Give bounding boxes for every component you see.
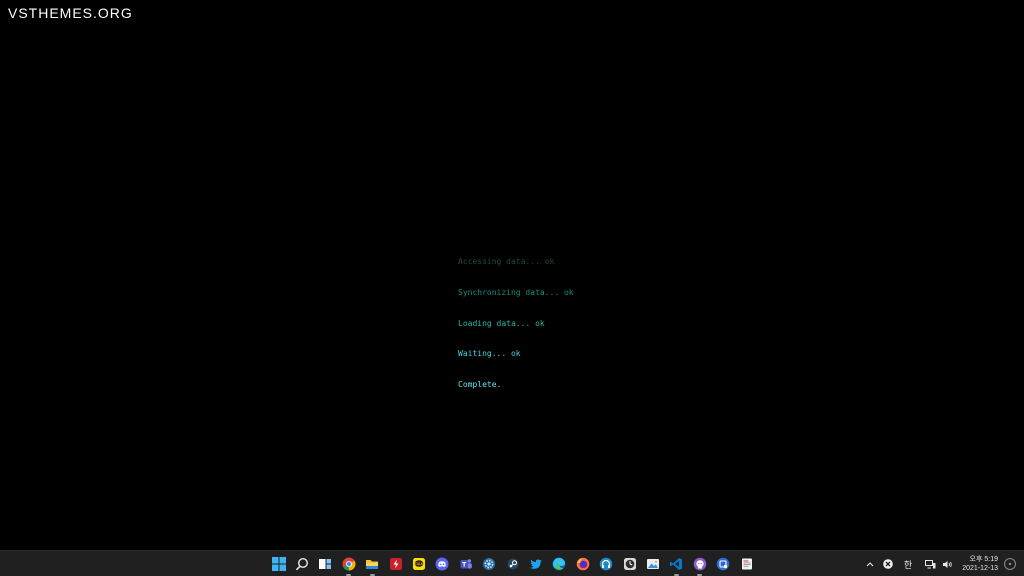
taskbar-app-icons: TALK T xyxy=(267,553,758,576)
terminal-line: Complete. xyxy=(458,379,502,389)
taskbar-clock[interactable]: 오후 5:19 2021-12-13 xyxy=(962,555,998,573)
volume-icon[interactable] xyxy=(942,551,953,576)
settings-gear-app-icon[interactable] xyxy=(478,553,501,575)
clock-app-icon[interactable] xyxy=(618,553,641,575)
tray-app-x-icon[interactable] xyxy=(883,551,893,576)
teams-icon[interactable]: T xyxy=(454,553,477,575)
clock-time: 오후 5:19 xyxy=(969,556,998,563)
steam-icon[interactable] xyxy=(501,553,524,575)
terminal-line: Accessing data... ok xyxy=(458,257,555,267)
document-app-icon[interactable] xyxy=(735,553,758,575)
github-icon[interactable] xyxy=(688,553,711,576)
taskbar: TALK T 한 오후 5:19 2021-12-13 xyxy=(0,550,1024,576)
cube-app-icon[interactable] xyxy=(711,553,734,575)
notification-center-icon[interactable] xyxy=(1004,558,1016,570)
terminal-line: Waiting... ok xyxy=(458,349,521,359)
system-tray: 한 오후 5:19 2021-12-13 xyxy=(863,551,1024,576)
svg-text:TALK: TALK xyxy=(414,562,424,566)
discord-icon[interactable] xyxy=(431,553,454,575)
show-hidden-icons-chevron[interactable] xyxy=(866,551,874,576)
boot-terminal-output: Accessing data... ok Synchronizing data.… xyxy=(458,237,574,410)
twitter-icon[interactable] xyxy=(524,553,547,575)
ime-indicator[interactable]: 한 xyxy=(904,551,912,576)
headphones-app-icon[interactable] xyxy=(594,553,617,575)
chevron-up-icon xyxy=(866,562,874,567)
vscode-icon[interactable] xyxy=(665,553,688,576)
search-icon[interactable] xyxy=(290,553,313,575)
clock-date: 2021-12-13 xyxy=(962,565,998,572)
kakaotalk-icon[interactable]: TALK xyxy=(407,553,430,575)
network-icon[interactable] xyxy=(925,551,936,576)
task-view-icon[interactable] xyxy=(314,553,337,575)
watermark-logo: VSTHEMES.ORG xyxy=(8,5,133,21)
chrome-icon[interactable] xyxy=(337,553,360,576)
terminal-line: Loading data... ok xyxy=(458,318,545,328)
terminal-line: Synchronizing data... ok xyxy=(458,288,574,298)
photo-viewer-icon[interactable] xyxy=(641,553,664,575)
edge-icon[interactable] xyxy=(548,553,571,575)
desktop: VSTHEMES.ORG Accessing data... ok Synchr… xyxy=(0,0,1024,576)
firefox-icon[interactable] xyxy=(571,553,594,575)
file-explorer-icon[interactable] xyxy=(361,553,384,576)
windows-start-icon[interactable] xyxy=(267,553,290,575)
flash-app-icon[interactable] xyxy=(384,553,407,575)
